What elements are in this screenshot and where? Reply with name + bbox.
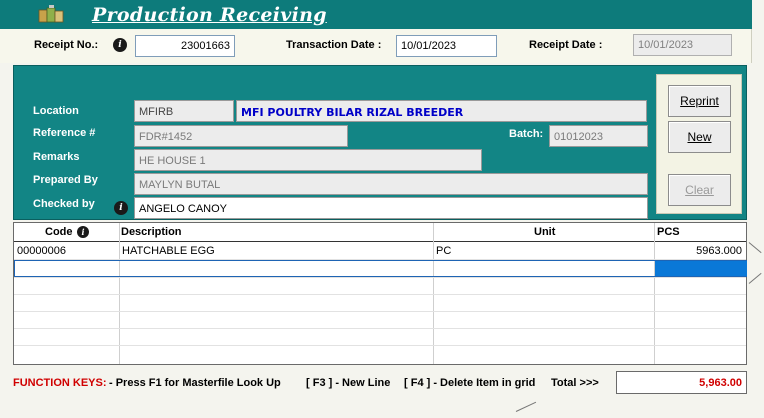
receipt-date-label: Receipt Date : (529, 39, 603, 51)
f1-hint: - Press F1 for Masterfile Look Up (109, 377, 281, 389)
column-header-code: Code (45, 226, 73, 238)
column-header-unit: Unit (534, 226, 556, 238)
batch-field[interactable]: 01012023 (549, 125, 648, 147)
checked-by-field[interactable]: ANGELO CANOY (134, 197, 648, 219)
reference-label: Reference # (33, 127, 96, 139)
prepared-by-field[interactable]: MAYLYN BUTAL (134, 173, 648, 195)
items-grid[interactable]: Code i Description Unit PCS 00000006 HAT… (13, 222, 747, 365)
row-unit[interactable]: PC (436, 245, 451, 257)
remarks-field[interactable]: HE HOUSE 1 (134, 149, 482, 171)
new-entry-row[interactable] (14, 260, 747, 277)
row-code[interactable]: 00000006 (17, 245, 66, 257)
row-pcs[interactable]: 5963.000 (696, 245, 742, 257)
receipt-no-field[interactable]: 23001663 (135, 35, 235, 57)
batch-label: Batch: (509, 128, 544, 140)
receiving-details-panel: Location MFIRB MFI POULTRY BILAR RIZAL B… (13, 65, 747, 220)
checked-by-label: Checked by (33, 198, 95, 210)
row-divider (14, 311, 746, 312)
column-header-pcs: PCS (657, 226, 680, 238)
title-bar: Production Receiving (0, 0, 752, 29)
window-title: Production Receiving (92, 4, 327, 26)
footer-bar: FUNCTION KEYS: - Press F1 for Masterfile… (0, 367, 752, 397)
function-keys-label: FUNCTION KEYS: (13, 377, 107, 389)
selected-cell[interactable] (655, 261, 747, 276)
receipt-no-label: Receipt No.: (34, 39, 99, 51)
receipt-header: Receipt No.: i 23001663 Transaction Date… (0, 29, 752, 63)
new-button[interactable]: New (668, 121, 731, 153)
action-buttons-group: Reprint New Clear (656, 74, 742, 214)
total-field: 5,963.00 (616, 371, 747, 394)
boxes-icon (38, 5, 64, 23)
info-icon[interactable]: i (113, 38, 127, 52)
row-divider (14, 328, 746, 329)
column-header-description: Description (121, 226, 182, 238)
reference-field[interactable]: FDR#1452 (134, 125, 348, 147)
f4-hint: [ F4 ] - Delete Item in grid (404, 377, 536, 389)
receipt-date-field: 10/01/2023 (633, 34, 732, 56)
prepared-by-label: Prepared By (33, 174, 98, 186)
location-code-field[interactable]: MFIRB (134, 100, 234, 122)
remarks-label: Remarks (33, 151, 80, 163)
row-divider (14, 294, 746, 295)
clear-button[interactable]: Clear (668, 174, 731, 206)
location-name-field: MFI POULTRY BILAR RIZAL BREEDER (236, 100, 647, 122)
info-icon[interactable]: i (114, 201, 128, 215)
row-description[interactable]: HATCHABLE EGG (122, 245, 215, 257)
edge-line (748, 242, 762, 254)
grid-header: Code i Description Unit PCS (14, 223, 746, 242)
f3-hint: [ F3 ] - New Line (306, 377, 391, 389)
total-label: Total >>> (551, 377, 599, 389)
transaction-date-label: Transaction Date : (286, 39, 382, 51)
edge-line (748, 272, 762, 284)
info-icon[interactable]: i (77, 226, 89, 238)
edge-line (515, 401, 537, 412)
location-label: Location (33, 105, 79, 117)
row-divider (14, 277, 746, 278)
row-divider (14, 345, 746, 346)
transaction-date-field[interactable]: 10/01/2023 (396, 35, 497, 57)
reprint-button[interactable]: Reprint (668, 85, 731, 117)
